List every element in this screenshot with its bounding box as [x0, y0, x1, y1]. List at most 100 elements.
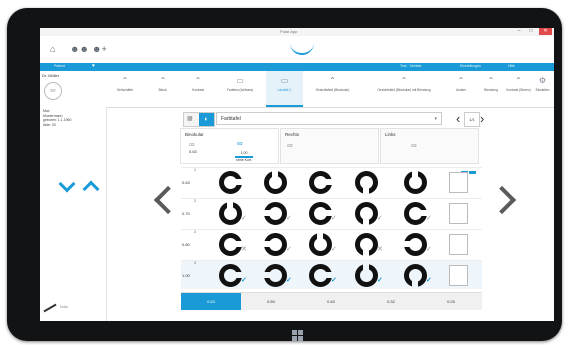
doctor-name: Dr. Müller — [42, 73, 60, 78]
tab-3[interactable]: ⌃ Kontrast — [182, 71, 214, 92]
score-cell[interactable]: 0.63 — [181, 293, 241, 310]
checkmark-icon: ✓ — [426, 246, 432, 253]
maximize-button[interactable]: □ — [526, 28, 536, 35]
tab-7[interactable]: ⌃ Gesichtsfeld (Binokular) mit Blendung — [362, 71, 446, 92]
score-cell[interactable]: 0.50 — [241, 293, 301, 310]
landolt-ring[interactable] — [263, 233, 287, 256]
eye-chart-icon: ⌃ — [400, 76, 408, 85]
eye-chart-icon: ⌃ — [121, 76, 129, 85]
view-toggle[interactable] — [461, 161, 481, 174]
row-acuity: 0.70 — [182, 211, 190, 216]
score-cell[interactable]: 0.40 — [301, 293, 361, 310]
landolt-ring[interactable] — [263, 202, 287, 225]
patient-panel: Dr. Müller 70° Max Mustermann geboren: 1… — [40, 71, 107, 321]
eye-selected-value[interactable]: 1.00 ohne Korr. — [233, 151, 255, 162]
tab-2[interactable]: ⌃ Binok. — [144, 71, 182, 92]
chevron-left-icon[interactable]: ‹ — [456, 112, 460, 125]
avatar[interactable]: 70° — [44, 82, 62, 100]
landolt-ring[interactable] — [264, 170, 287, 194]
landolt-ring[interactable] — [404, 170, 427, 194]
landolt-ring[interactable] — [219, 264, 243, 287]
score-cell[interactable]: 0.32 — [361, 293, 421, 310]
landolt-ring[interactable] — [355, 263, 378, 287]
eye-label: Links — [385, 132, 396, 137]
chart-row: 4 1.00 ✓ ✓ ✓ ✓ ✓ — [181, 260, 482, 289]
cross-icon: ✕ — [377, 246, 383, 253]
row-acuity: 0.63 — [182, 180, 190, 185]
checkmark-icon: ✓ — [377, 277, 383, 284]
minimize-button[interactable]: – — [514, 28, 524, 35]
landolt-ring[interactable] — [355, 233, 378, 257]
tab-label: Amsler — [456, 88, 466, 92]
tab-label: Sehschärfe — [116, 88, 134, 92]
context-left-label[interactable]: Patient — [54, 64, 65, 68]
glasses-icon: ∞ — [411, 141, 417, 150]
chevron-up-icon[interactable] — [82, 180, 100, 198]
window-title: Polar App — [280, 29, 298, 34]
landolt-ring[interactable] — [355, 171, 378, 195]
chart-row: 1 0.63 — [181, 167, 482, 196]
user-add-icon[interactable]: ☻+ — [92, 44, 107, 54]
ring-gap — [233, 179, 243, 185]
landolt-ring[interactable] — [219, 233, 243, 256]
row-checkbox[interactable] — [449, 234, 468, 255]
tab-10[interactable]: ⌃ Kontrast (Stereo) — [506, 71, 531, 92]
eye-column-binocular[interactable]: Binokular ∞ 0.63 ∞ 1.00 ohne Korr. — [180, 128, 279, 164]
landolt-ring[interactable] — [309, 264, 333, 287]
ring-gap — [227, 201, 233, 211]
chart-type-toggle[interactable]: ▦ ◐ — [183, 112, 215, 127]
tab-9[interactable]: ⌃ Blendung — [476, 71, 506, 92]
chart-select[interactable]: Farbtafel ▾ — [216, 112, 442, 125]
eye-chart-icon: ⌃ — [515, 76, 522, 85]
score-cell[interactable]: 0.25 — [421, 293, 481, 310]
chevron-right-icon[interactable]: › — [480, 112, 484, 125]
glasses-icon: ∞ — [237, 139, 243, 148]
chart-row: 3 0.80 ✕ ✓ ✓ ✕ ✓ — [181, 229, 482, 258]
landolt-ring[interactable] — [403, 233, 427, 256]
context-link[interactable]: Einstellungen — [460, 64, 481, 68]
landolt-ring[interactable] — [263, 264, 287, 287]
ring-gap — [272, 170, 278, 180]
chevron-down-icon[interactable] — [58, 175, 76, 193]
row-checkbox[interactable] — [449, 172, 468, 193]
tab-6[interactable]: ⌃ Gesichtsfeld (Binokular) — [303, 71, 362, 92]
landolt-ring[interactable] — [309, 202, 333, 225]
test-tabs: ⌃ Sehschärfe ⌃ Binok. ⌃ Kontrast ▭ Farbtest (Is… — [106, 71, 554, 108]
eye-column-left[interactable]: Links ∞ — [380, 128, 479, 164]
users-icon[interactable]: ☻☻ — [70, 44, 89, 54]
tablet-frame: Polar App – □ ✕ ⌂ ☻☻ ☻+ Patient ♥ Test ·… — [7, 8, 562, 341]
context-link[interactable]: Hilfe — [508, 64, 515, 68]
landolt-ring[interactable] — [355, 202, 378, 226]
eye-column-right[interactable]: Rechts ∞ — [280, 128, 379, 164]
heart-icon[interactable]: ♥ — [92, 63, 95, 69]
eye-label: Binokular — [185, 132, 204, 137]
landolt-ring[interactable] — [404, 202, 428, 225]
checkmark-icon: ✓ — [377, 215, 383, 222]
ring-gap — [403, 241, 413, 247]
landolt-ring[interactable] — [219, 201, 242, 225]
tab-label: Landolt-C — [277, 88, 292, 92]
close-button[interactable]: ✕ — [539, 28, 552, 35]
tab-5[interactable]: ▭ Landolt-C — [266, 71, 303, 107]
pencil-icon[interactable] — [43, 303, 57, 313]
tab-1[interactable]: ⌃ Sehschärfe — [106, 71, 144, 92]
grid-icon[interactable]: ▦ — [187, 115, 193, 122]
row-checkbox[interactable] — [449, 265, 468, 286]
landolt-ring[interactable] — [404, 264, 427, 288]
landolt-ring[interactable] — [309, 171, 333, 194]
landolt-ring[interactable] — [219, 171, 243, 194]
windows-logo-icon[interactable] — [292, 330, 303, 341]
monitor-icon: ▭ — [280, 76, 289, 85]
tab-label: Gesichtsfeld (Binokular) mit Blendung — [377, 88, 431, 92]
tab-4[interactable]: ▭ Farbtest (Ishihara) — [214, 71, 266, 92]
landolt-icon[interactable]: ◐ — [199, 113, 214, 126]
home-icon[interactable]: ⌂ — [50, 44, 55, 54]
row-acuity: 1.00 — [182, 273, 190, 278]
context-link[interactable]: Test · Sehtest — [400, 64, 421, 68]
landolt-ring[interactable] — [309, 232, 332, 256]
row-checkbox[interactable] — [449, 203, 468, 224]
ring-gap — [363, 247, 369, 257]
tab-11[interactable]: ⚙ Einstellen — [531, 71, 554, 92]
tab-8[interactable]: ⌃ Amsler — [446, 71, 476, 92]
row-number: 1 — [194, 168, 196, 172]
